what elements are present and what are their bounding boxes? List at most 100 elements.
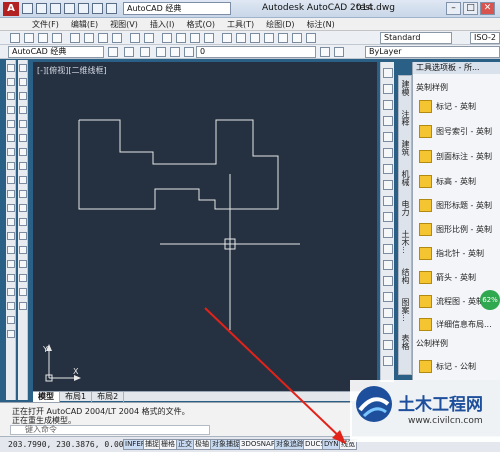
- revision-cloud-icon[interactable]: [7, 162, 15, 170]
- list-icon[interactable]: [383, 180, 393, 190]
- text-tool-icon[interactable]: [383, 356, 393, 366]
- erase-icon[interactable]: [19, 64, 27, 72]
- toggle-polar[interactable]: 极轴: [193, 439, 211, 450]
- hatch-icon[interactable]: [7, 260, 15, 268]
- make-block-icon[interactable]: [7, 232, 15, 240]
- snap-tool-icon[interactable]: [383, 308, 393, 318]
- save-icon[interactable]: [50, 3, 61, 14]
- table-icon[interactable]: [7, 302, 15, 310]
- markup-icon[interactable]: [278, 33, 288, 43]
- join-icon[interactable]: [19, 246, 27, 254]
- open-icon[interactable]: [24, 33, 34, 43]
- rotate-icon[interactable]: [19, 148, 27, 156]
- properties-icon[interactable]: [222, 33, 232, 43]
- distance-icon[interactable]: [383, 212, 393, 222]
- explode-icon[interactable]: [19, 302, 27, 310]
- tab-architecture[interactable]: 建筑: [399, 140, 411, 156]
- locate-point-icon[interactable]: [383, 196, 393, 206]
- measure-icon[interactable]: [383, 148, 393, 158]
- stretch-icon[interactable]: [19, 176, 27, 184]
- fillet-icon[interactable]: [19, 274, 27, 282]
- gradient-icon[interactable]: [7, 274, 15, 282]
- layer-previous-icon[interactable]: [334, 47, 344, 57]
- mirror-icon[interactable]: [19, 92, 27, 100]
- array-icon[interactable]: [19, 120, 27, 128]
- zoom-icon[interactable]: [176, 33, 186, 43]
- menu-tools[interactable]: 工具(T): [221, 19, 260, 30]
- blend-curves-icon[interactable]: [19, 288, 27, 296]
- dimension-tool-icon[interactable]: [383, 340, 393, 350]
- circle-icon[interactable]: [7, 148, 15, 156]
- tab-civil[interactable]: 土木...: [399, 230, 411, 254]
- cut-icon[interactable]: [70, 33, 80, 43]
- palette-item[interactable]: 标记 - 英制: [419, 98, 499, 114]
- line-icon[interactable]: [7, 64, 15, 72]
- angle-icon[interactable]: [383, 228, 393, 238]
- grid-tool-icon[interactable]: [383, 324, 393, 334]
- move-icon[interactable]: [19, 134, 27, 142]
- print-icon[interactable]: [78, 3, 89, 14]
- ellipse-icon[interactable]: [7, 190, 15, 198]
- tab-annotation[interactable]: 注释: [399, 110, 411, 126]
- palette-item[interactable]: 标高 - 英制: [419, 173, 499, 189]
- save-icon[interactable]: [38, 33, 48, 43]
- trim-icon[interactable]: [19, 190, 27, 198]
- rectangle-icon[interactable]: [7, 120, 15, 128]
- radius-icon[interactable]: [383, 244, 393, 254]
- layer-freeze-icon[interactable]: [170, 47, 180, 57]
- chamfer-icon[interactable]: [19, 260, 27, 268]
- copy-object-icon[interactable]: [19, 78, 27, 86]
- insert-block-icon[interactable]: [7, 218, 15, 226]
- menu-view[interactable]: 视图(V): [104, 19, 144, 30]
- plot-icon[interactable]: [52, 33, 62, 43]
- tab-hatch[interactable]: 图案...: [399, 298, 411, 322]
- color-control-select[interactable]: ByLayer: [365, 46, 500, 58]
- break-icon[interactable]: [19, 232, 27, 240]
- drawing-area[interactable]: [-][俯视][二维线框] Y X: [33, 62, 377, 392]
- undo-icon[interactable]: [92, 3, 103, 14]
- arc-icon[interactable]: [7, 134, 15, 142]
- ellipse-arc-icon[interactable]: [7, 204, 15, 212]
- toggle-otrack[interactable]: 对象追踪: [274, 439, 306, 450]
- region-mass-icon[interactable]: [383, 276, 393, 286]
- tab-layout2[interactable]: 布局2: [92, 391, 125, 402]
- break-at-point-icon[interactable]: [19, 218, 27, 226]
- toggle-osnap[interactable]: 对象捕捉: [210, 439, 242, 450]
- modify-tool-icon[interactable]: [383, 84, 393, 94]
- zoom-previous-icon[interactable]: [204, 33, 214, 43]
- multiline-text-icon[interactable]: [7, 316, 15, 324]
- new-icon[interactable]: [10, 33, 20, 43]
- tab-layout1[interactable]: 布局1: [60, 391, 93, 402]
- match-properties-icon[interactable]: [112, 33, 122, 43]
- properties-tool-icon[interactable]: [383, 132, 393, 142]
- toggle-grid[interactable]: 栅格: [159, 439, 177, 450]
- quick-calc-icon[interactable]: [292, 33, 302, 43]
- menu-draw[interactable]: 绘图(D): [260, 19, 300, 30]
- close-button[interactable]: ✕: [480, 2, 495, 15]
- offset-icon[interactable]: [19, 106, 27, 114]
- tab-modeling[interactable]: 建模: [399, 80, 411, 96]
- workspace-select[interactable]: AutoCAD 经典: [123, 2, 231, 15]
- area-icon[interactable]: [383, 164, 393, 174]
- spline-icon[interactable]: [7, 176, 15, 184]
- palette-item[interactable]: 图形比例 - 英制: [419, 221, 499, 237]
- palette-item[interactable]: 图号索引 - 英制: [419, 123, 499, 139]
- polyline-icon[interactable]: [7, 92, 15, 100]
- layer-select[interactable]: 0: [196, 46, 316, 58]
- restore-button[interactable]: □: [463, 2, 478, 15]
- layer-visibility-icon[interactable]: [156, 47, 166, 57]
- paste-icon[interactable]: [98, 33, 108, 43]
- toggle-3dosnap[interactable]: 3DOSNAP: [239, 439, 278, 450]
- menu-file[interactable]: 文件(F): [26, 19, 65, 30]
- minimize-button[interactable]: –: [446, 2, 461, 15]
- ortho-tool-icon[interactable]: [383, 292, 393, 302]
- new-file-icon[interactable]: [22, 3, 33, 14]
- palette-item[interactable]: 剖面标注 - 英制: [419, 148, 499, 164]
- pencil-icon[interactable]: [383, 68, 393, 78]
- construction-line-icon[interactable]: [7, 78, 15, 86]
- command-input[interactable]: 键入命令: [10, 425, 210, 435]
- region-icon[interactable]: [7, 288, 15, 296]
- save-as-icon[interactable]: [64, 3, 75, 14]
- palette-item[interactable]: 图形标题 - 英制: [419, 197, 499, 213]
- tab-model[interactable]: 模型: [33, 391, 60, 402]
